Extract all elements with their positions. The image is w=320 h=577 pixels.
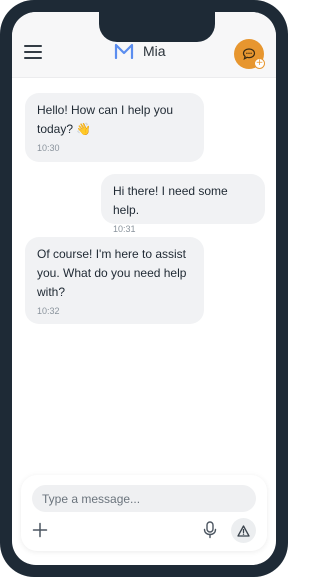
message-composer <box>21 475 267 551</box>
message-bubble-assistant: Of course! I'm here to assist you. What … <box>25 237 204 324</box>
menu-icon[interactable] <box>24 45 42 59</box>
message-time: 10:32 <box>37 306 60 316</box>
plus-icon[interactable] <box>32 522 48 538</box>
avatar-badge: + <box>254 58 265 69</box>
message-text: Of course! I'm here to assist you. What … <box>37 247 187 299</box>
message-time: 10:30 <box>37 143 60 153</box>
microphone-icon[interactable] <box>202 521 218 539</box>
message-input[interactable] <box>32 485 256 512</box>
device-notch <box>99 12 215 42</box>
avatar[interactable]: + <box>234 39 265 69</box>
chat-bubble-icon <box>242 48 256 61</box>
message-bubble-user: Hi there! I need some help. 10:31 <box>101 174 265 234</box>
app-brand: Mia <box>114 43 166 59</box>
message-text: Hello! How can I help you today? 👋 <box>37 103 174 136</box>
m-logo-icon <box>114 43 134 59</box>
phone-frame: Mia + Hello! How can I help you today? 👋… <box>0 0 288 577</box>
message-time: 10:31 <box>113 224 136 234</box>
message-text: Hi there! I need some help. <box>113 184 228 217</box>
app-name: Mia <box>143 43 166 59</box>
app-screen: Mia + Hello! How can I help you today? 👋… <box>12 12 276 565</box>
message-bubble-assistant: Hello! How can I help you today? 👋 10:30 <box>25 93 204 162</box>
warning-icon[interactable] <box>231 518 256 543</box>
